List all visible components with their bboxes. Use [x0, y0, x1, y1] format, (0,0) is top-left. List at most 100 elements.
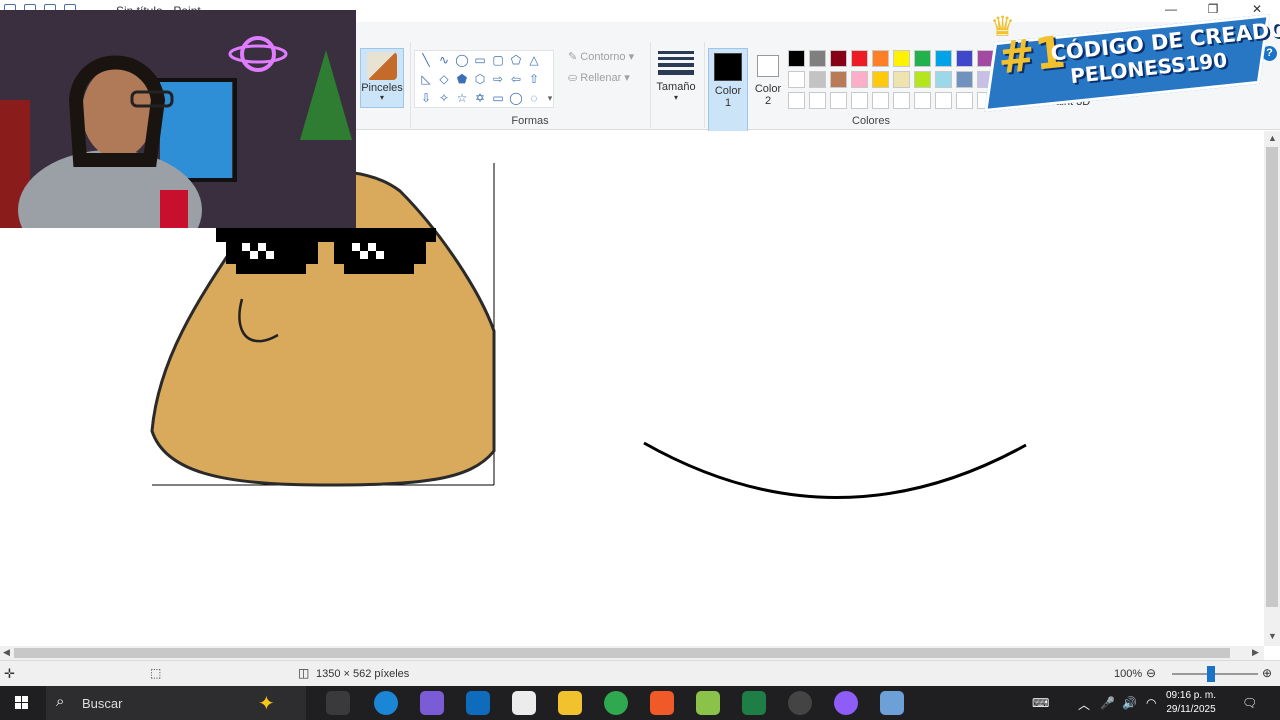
outline-dropdown[interactable]: ✎ Contorno ▾: [568, 50, 634, 63]
palette-swatch[interactable]: [830, 71, 847, 88]
network-icon[interactable]: ◠: [1146, 696, 1156, 710]
oval-shape-icon[interactable]: ◯: [455, 53, 469, 67]
paint-taskbar-icon[interactable]: [880, 691, 904, 715]
scroll-left-icon[interactable]: ◀: [3, 647, 10, 658]
palette-swatch[interactable]: [788, 71, 805, 88]
scroll-down-icon[interactable]: ▼: [1268, 631, 1277, 641]
up-arrow-shape-icon[interactable]: ⇧: [527, 72, 541, 86]
fill-dropdown[interactable]: ⛀ Rellenar ▾: [568, 71, 630, 84]
palette-swatch[interactable]: [893, 92, 910, 109]
copilot-sparkle-icon: ✦: [258, 693, 275, 715]
rounded-rect-shape-icon[interactable]: ▢: [491, 53, 505, 67]
clock[interactable]: 09:16 p. m. 29/11/2025: [1166, 689, 1216, 717]
curve-shape-icon[interactable]: ∿: [437, 53, 451, 67]
six-star-shape-icon[interactable]: ✡: [473, 91, 487, 105]
creator-code-banner: ♛ #1 CÓDIGO DE CREADOR: PELONESS190: [982, 10, 1280, 112]
task-view-icon[interactable]: [326, 691, 350, 715]
start-button[interactable]: [0, 686, 44, 720]
down-arrow-shape-icon[interactable]: ⇩: [419, 91, 433, 105]
color2-swatch: [757, 55, 779, 77]
color2-button[interactable]: Color 2: [750, 48, 786, 132]
palette-swatch[interactable]: [809, 92, 826, 109]
ribbon-divider: [410, 42, 411, 128]
five-star-shape-icon[interactable]: ☆: [455, 91, 469, 105]
palette-swatch[interactable]: [914, 71, 931, 88]
diamond-shape-icon[interactable]: ◇: [437, 72, 451, 86]
discord-icon[interactable]: [834, 691, 858, 715]
horizontal-scrollbar[interactable]: ◀ ▶: [0, 646, 1264, 660]
outline-label: Contorno: [580, 51, 626, 63]
clock-time: 09:16 p. m.: [1166, 690, 1217, 701]
triangle-shape-icon[interactable]: △: [527, 53, 541, 67]
brave-icon[interactable]: [650, 691, 674, 715]
palette-swatch[interactable]: [830, 50, 847, 67]
palette-swatch[interactable]: [809, 71, 826, 88]
store-icon[interactable]: [512, 691, 536, 715]
left-arrow-shape-icon[interactable]: ⇦: [509, 72, 523, 86]
palette-swatch[interactable]: [830, 92, 847, 109]
red-cup: [160, 190, 188, 228]
palette-swatch[interactable]: [914, 92, 931, 109]
palette-swatch[interactable]: [788, 50, 805, 67]
copilot-icon[interactable]: [420, 691, 444, 715]
palette-swatch[interactable]: [956, 50, 973, 67]
show-hidden-icons[interactable]: ︿: [1078, 696, 1090, 713]
palette-swatch[interactable]: [788, 92, 805, 109]
palette-swatch[interactable]: [935, 71, 952, 88]
palette-swatch[interactable]: [851, 71, 868, 88]
palette-swatch[interactable]: [956, 71, 973, 88]
palette-swatch[interactable]: [893, 50, 910, 67]
sheets-app-icon[interactable]: [742, 691, 766, 715]
palette-swatch[interactable]: [914, 50, 931, 67]
taskbar-search[interactable]: ⌕ Buscar ✦: [46, 686, 306, 720]
outlook-icon[interactable]: [466, 691, 490, 715]
palette-swatch[interactable]: [956, 92, 973, 109]
brushes-button[interactable]: Pinceles ▾: [360, 48, 404, 108]
palette-swatch[interactable]: [809, 50, 826, 67]
callout-cloud-shape-icon[interactable]: ◌: [527, 91, 541, 105]
palette-swatch[interactable]: [872, 92, 889, 109]
scroll-right-icon[interactable]: ▶: [1252, 647, 1259, 658]
palette-swatch[interactable]: [851, 50, 868, 67]
palette-swatch[interactable]: [893, 71, 910, 88]
palette-swatch[interactable]: [872, 50, 889, 67]
callout-rect-shape-icon[interactable]: ▭: [491, 91, 505, 105]
search-placeholder: Buscar: [82, 696, 123, 711]
color2-label: Color: [754, 83, 782, 95]
rectangle-shape-icon[interactable]: ▭: [473, 53, 487, 67]
polygon-shape-icon[interactable]: ⬠: [509, 53, 523, 67]
obs-icon[interactable]: [788, 691, 812, 715]
hexagon-shape-icon[interactable]: ⬡: [473, 72, 487, 86]
four-star-shape-icon[interactable]: ✧: [437, 91, 451, 105]
horizontal-scroll-thumb[interactable]: [14, 648, 1230, 658]
zoom-slider-thumb[interactable]: [1207, 666, 1215, 682]
vertical-scrollbar[interactable]: ▲ ▼: [1264, 131, 1280, 646]
zoom-out-icon[interactable]: ⊖: [1146, 666, 1156, 680]
zoom-slider-track[interactable]: [1172, 673, 1258, 675]
cursor-position-icon: ✛: [4, 666, 15, 681]
chevron-down-icon[interactable]: ▾: [543, 91, 557, 105]
notifications-icon[interactable]: 🗨: [1242, 696, 1257, 710]
color1-button[interactable]: Color 1: [708, 48, 748, 132]
right-triangle-shape-icon[interactable]: ◺: [419, 72, 433, 86]
chrome-icon[interactable]: [604, 691, 628, 715]
keyboard-icon[interactable]: ⌨: [1032, 696, 1049, 710]
vertical-scroll-thumb[interactable]: [1266, 147, 1278, 607]
microphone-icon[interactable]: 🎤: [1100, 696, 1115, 710]
stack-app-icon[interactable]: [696, 691, 720, 715]
zoom-in-icon[interactable]: ⊕: [1262, 666, 1272, 680]
edge-icon[interactable]: [374, 691, 398, 715]
file-explorer-icon[interactable]: [558, 691, 582, 715]
volume-icon[interactable]: 🔊: [1122, 696, 1137, 710]
colors-group-label: Colores: [852, 115, 890, 127]
size-button[interactable]: Tamaño ▾: [654, 48, 698, 102]
pentagon-shape-icon[interactable]: ⬟: [455, 72, 469, 86]
scroll-up-icon[interactable]: ▲: [1268, 133, 1277, 143]
palette-swatch[interactable]: [935, 50, 952, 67]
line-shape-icon[interactable]: ╲: [419, 53, 433, 67]
right-arrow-shape-icon[interactable]: ⇨: [491, 72, 505, 86]
palette-swatch[interactable]: [935, 92, 952, 109]
palette-swatch[interactable]: [851, 92, 868, 109]
callout-oval-shape-icon[interactable]: ◯: [509, 91, 523, 105]
palette-swatch[interactable]: [872, 71, 889, 88]
